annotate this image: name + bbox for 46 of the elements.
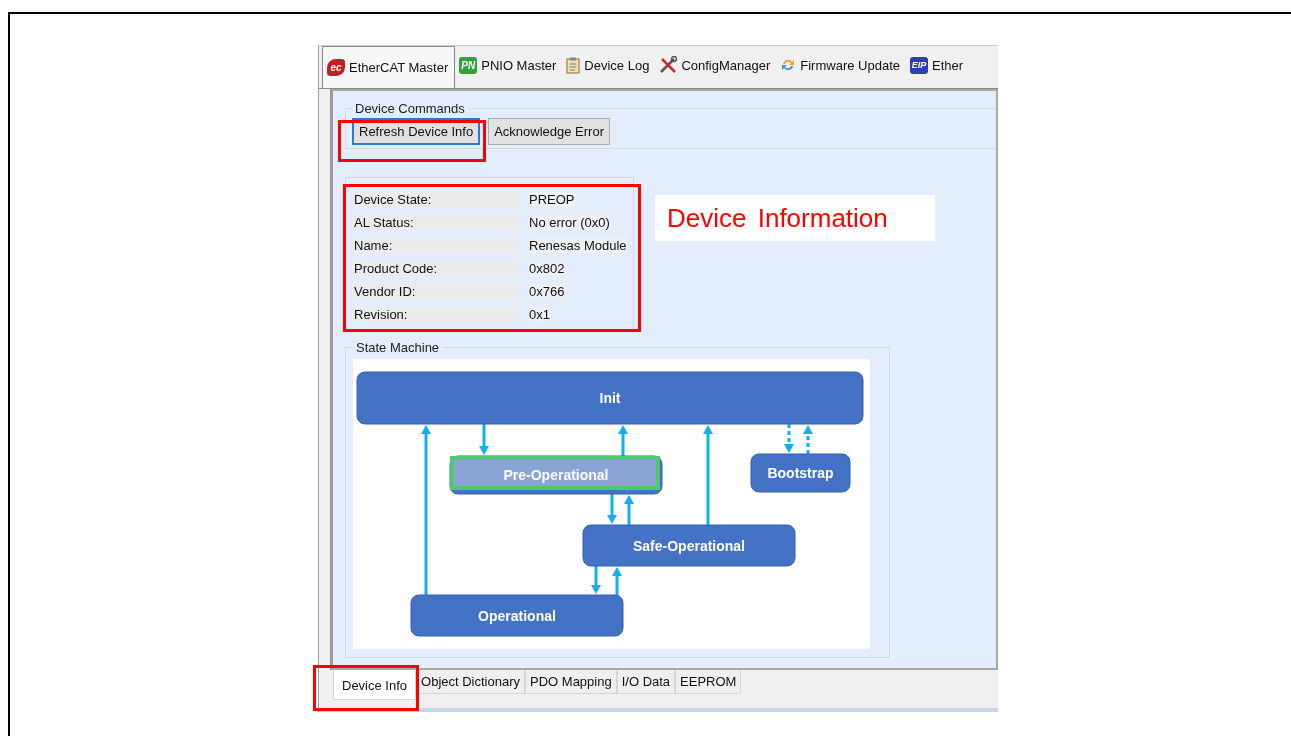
- tab[interactable]: Device Log: [562, 50, 656, 88]
- tab[interactable]: Object Dictionary: [416, 670, 526, 694]
- state-node: Init: [356, 371, 864, 425]
- refresh-icon: [780, 57, 797, 73]
- transition-arrow: [624, 495, 634, 525]
- info-value: 0x766: [529, 283, 565, 299]
- info-value: 0x802: [529, 260, 565, 276]
- info-label: Device State:: [353, 191, 519, 207]
- state-node: Safe-Operational: [582, 524, 796, 567]
- state-node: Operational: [410, 594, 624, 637]
- tab[interactable]: ec EtherCAT Master: [322, 46, 456, 88]
- tab[interactable]: Device Info: [333, 670, 417, 700]
- transition-arrow: [479, 424, 489, 455]
- info-value: 0x1: [529, 306, 550, 322]
- group-title: State Machine: [355, 340, 441, 355]
- tab[interactable]: EEPROM: [675, 670, 742, 694]
- tab[interactable]: EIP Ether: [906, 50, 970, 88]
- tab[interactable]: PDO Mapping: [525, 670, 617, 694]
- clipboard-icon: [566, 56, 581, 74]
- command-button[interactable]: Acknowledge Error: [488, 118, 610, 145]
- tools-icon: [659, 56, 678, 74]
- info-label: AL Status:: [353, 214, 519, 230]
- info-value: No error (0x0): [529, 214, 610, 230]
- info-label: Vendor ID:: [353, 283, 519, 299]
- transition-arrow: [612, 567, 622, 595]
- tab[interactable]: PN PNIO Master: [455, 50, 563, 88]
- state-node: Bootstrap: [750, 453, 851, 493]
- tab[interactable]: Firmware Update: [776, 50, 906, 88]
- transition-arrow: [591, 566, 601, 594]
- logo-icon: EIP: [910, 56, 928, 74]
- logo-icon: ec: [327, 58, 345, 76]
- tab[interactable]: I/O Data: [616, 670, 676, 694]
- tab[interactable]: ConfigManager: [655, 50, 777, 88]
- transition-arrow: [607, 494, 617, 524]
- transition-arrow: [803, 425, 813, 454]
- state-node: Pre-Operational: [449, 455, 663, 495]
- transition-arrow: [618, 425, 628, 456]
- info-label: Product Code:: [353, 260, 519, 276]
- callout-label: Device Information: [655, 195, 935, 241]
- transition-arrow: [784, 424, 794, 453]
- info-label: Name:: [353, 237, 519, 253]
- info-label: Revision:: [353, 306, 519, 322]
- info-value: Renesas Module: [529, 237, 627, 253]
- group-title: Device Commands: [354, 101, 466, 116]
- logo-icon: PN: [459, 56, 478, 74]
- info-value: PREOP: [529, 191, 575, 207]
